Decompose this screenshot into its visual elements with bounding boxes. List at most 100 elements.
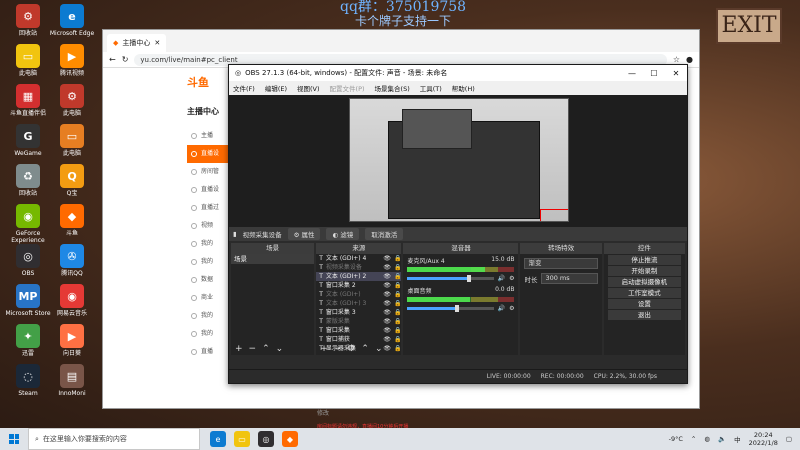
add-icon[interactable]: + bbox=[235, 344, 243, 354]
side-menu-item[interactable]: 房间管 bbox=[187, 163, 231, 181]
close-icon[interactable]: ✕ bbox=[665, 69, 687, 78]
desktop-icon[interactable]: ▭ 此电脑 bbox=[46, 124, 98, 157]
obs-menu-item[interactable]: 配置文件(P) bbox=[330, 83, 365, 93]
visibility-icon[interactable]: 👁 bbox=[383, 317, 391, 326]
file-explorer-icon[interactable]: ▭ bbox=[234, 431, 250, 447]
side-menu-item[interactable]: 直播设 bbox=[187, 181, 231, 199]
up-icon[interactable]: ⌃ bbox=[361, 344, 369, 354]
duration-input[interactable]: 300 ms bbox=[541, 273, 598, 284]
source-item[interactable]: T 窗口采集 3 👁 🔒 bbox=[316, 308, 401, 317]
desktop-icon[interactable]: ◉ 网易云音乐 bbox=[46, 284, 98, 317]
douyu-icon[interactable]: ◆ bbox=[282, 431, 298, 447]
visibility-icon[interactable]: 👁 bbox=[383, 281, 391, 290]
lock-icon[interactable]: 🔒 bbox=[394, 290, 401, 299]
side-menu-item[interactable]: 我的 bbox=[187, 307, 231, 325]
visibility-icon[interactable]: 👁 bbox=[383, 263, 391, 272]
side-menu-item[interactable]: 视频 bbox=[187, 217, 231, 235]
volume-slider[interactable] bbox=[407, 275, 494, 282]
obs-menu-item[interactable]: 编辑(E) bbox=[265, 83, 287, 93]
obs-menu-item[interactable]: 场景集合(S) bbox=[375, 83, 410, 93]
volume-icon[interactable]: 🔈 bbox=[718, 435, 726, 443]
maximize-icon[interactable]: ☐ bbox=[643, 69, 665, 78]
source-item[interactable]: T 视频采集设备 👁 🔒 bbox=[316, 263, 401, 272]
source-item[interactable]: T 窗口采集 2 👁 🔒 bbox=[316, 281, 401, 290]
deactivate-button[interactable]: 取消激活 bbox=[365, 228, 404, 240]
control-button[interactable]: 启动虚拟摄像机 bbox=[607, 277, 681, 287]
filters-button[interactable]: ◐ 滤镜 bbox=[326, 228, 360, 240]
edge-icon[interactable]: e bbox=[210, 431, 226, 447]
source-item[interactable]: T 文本 (GDI+) 2 👁 🔒 bbox=[316, 272, 402, 281]
lock-icon[interactable]: 🔒 bbox=[394, 299, 401, 308]
edit-link[interactable]: 修改 bbox=[317, 408, 329, 417]
visibility-icon[interactable]: 👁 bbox=[383, 326, 391, 335]
side-menu-item[interactable]: 主播 bbox=[187, 127, 231, 145]
desktop-icon[interactable]: ▶ 向日葵 bbox=[46, 324, 98, 357]
slider-knob[interactable] bbox=[467, 275, 472, 282]
desktop-icon[interactable]: ◆ 斗鱼 bbox=[46, 204, 98, 237]
side-menu-item[interactable]: 我的 bbox=[187, 253, 231, 271]
speaker-icon[interactable]: 🔊 bbox=[498, 275, 505, 282]
transition-select[interactable]: 渐变 bbox=[524, 258, 598, 269]
desktop-icon[interactable]: e Microsoft Edge bbox=[46, 4, 98, 37]
gear-icon[interactable]: ⚙ bbox=[509, 275, 514, 282]
speaker-icon[interactable]: 🔊 bbox=[498, 305, 505, 312]
side-menu-item[interactable]: 我的 bbox=[187, 235, 231, 253]
properties-button[interactable]: ⚙ 属性 bbox=[287, 228, 321, 240]
chevron-up-icon[interactable]: ⌃ bbox=[691, 435, 696, 443]
remove-icon[interactable]: − bbox=[334, 344, 342, 354]
visibility-icon[interactable]: 👁 bbox=[383, 299, 391, 308]
slider-knob[interactable] bbox=[455, 305, 460, 312]
down-icon[interactable]: ⌄ bbox=[276, 344, 284, 354]
language-indicator[interactable]: 中 bbox=[734, 434, 741, 444]
add-icon[interactable]: + bbox=[320, 344, 328, 354]
desktop-icon[interactable]: ▶ 腾讯视频 bbox=[46, 44, 98, 77]
clock[interactable]: 20:24 2022/1/8 bbox=[749, 431, 778, 447]
notification-icon[interactable]: ▢ bbox=[786, 435, 792, 443]
minimize-icon[interactable]: — bbox=[621, 69, 643, 78]
lock-icon[interactable]: 🔒 bbox=[394, 272, 401, 281]
up-icon[interactable]: ⌃ bbox=[262, 344, 270, 354]
visibility-icon[interactable]: 👁 bbox=[383, 308, 391, 317]
control-button[interactable]: 停止推流 bbox=[607, 255, 681, 265]
source-item[interactable]: T 文本 (GDI+) 4 👁 🔒 bbox=[316, 254, 401, 263]
start-button[interactable] bbox=[0, 428, 28, 450]
lock-icon[interactable]: 🔒 bbox=[394, 281, 401, 290]
side-menu-item[interactable]: 我的 bbox=[187, 325, 231, 343]
control-button[interactable]: 退出 bbox=[607, 310, 681, 320]
star-icon[interactable]: ☆ bbox=[673, 55, 680, 64]
obs-icon[interactable]: ◎ bbox=[258, 431, 274, 447]
close-icon[interactable]: ✕ bbox=[154, 39, 160, 47]
obs-window[interactable]: ◎ OBS 27.1.3 (64-bit, windows) - 配置文件: 声… bbox=[228, 64, 688, 384]
source-item[interactable]: T 文本 (GDI+) 👁 🔒 bbox=[316, 290, 401, 299]
network-icon[interactable]: ◍ bbox=[704, 435, 710, 443]
control-button[interactable]: 设置 bbox=[607, 299, 681, 309]
obs-menu-item[interactable]: 帮助(H) bbox=[452, 83, 475, 93]
source-item[interactable]: T 文本 (GDI+) 3 👁 🔒 bbox=[316, 299, 401, 308]
profile-icon[interactable]: ● bbox=[686, 55, 693, 64]
obs-menu-item[interactable]: 视图(V) bbox=[297, 83, 320, 93]
taskbar-search[interactable]: ⌕ 在这里输入你要搜索的内容 bbox=[28, 428, 200, 450]
lock-icon[interactable]: 🔒 bbox=[394, 326, 401, 335]
side-menu-item[interactable]: 数据 bbox=[187, 271, 231, 289]
obs-preview[interactable] bbox=[229, 95, 687, 227]
lock-icon[interactable]: 🔒 bbox=[394, 308, 401, 317]
desktop-icon[interactable]: ✇ 腾讯QQ bbox=[46, 244, 98, 277]
gear-icon[interactable]: ⚙ bbox=[509, 305, 514, 312]
desktop-icon[interactable]: ▤ InnoMoni bbox=[46, 364, 98, 397]
gear-icon[interactable]: ⚙ bbox=[347, 344, 355, 354]
lock-icon[interactable]: 🔒 bbox=[394, 263, 401, 272]
source-item[interactable]: T 蒙版采集 👁 🔒 bbox=[316, 317, 401, 326]
desktop-icon[interactable]: Q Q宝 bbox=[46, 164, 98, 197]
back-icon[interactable]: ← bbox=[109, 55, 116, 64]
side-menu-item[interactable]: 商业 bbox=[187, 289, 231, 307]
visibility-icon[interactable]: 👁 bbox=[383, 272, 391, 281]
obs-menu-item[interactable]: 工具(T) bbox=[420, 83, 442, 93]
scene-item[interactable]: 场景 bbox=[231, 254, 315, 264]
desktop-icon[interactable]: ⚙ 此电脑 bbox=[46, 84, 98, 117]
side-menu-item[interactable]: 直播 bbox=[187, 343, 231, 361]
lock-icon[interactable]: 🔒 bbox=[394, 317, 401, 326]
visibility-icon[interactable]: 👁 bbox=[383, 254, 391, 263]
lock-icon[interactable]: 🔒 bbox=[394, 254, 401, 263]
control-button[interactable]: 工作室模式 bbox=[607, 288, 681, 298]
visibility-icon[interactable]: 👁 bbox=[383, 290, 391, 299]
